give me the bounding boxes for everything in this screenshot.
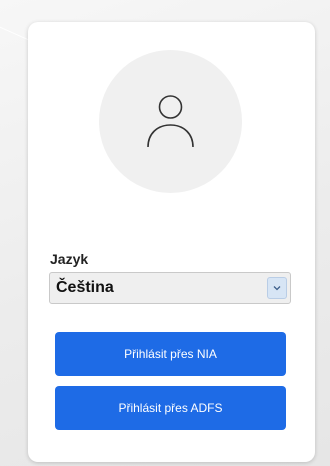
language-label: Jazyk (50, 251, 89, 267)
language-select-value: Čeština (56, 279, 114, 296)
language-select[interactable]: Čeština (49, 272, 291, 304)
select-arrow-button[interactable] (267, 277, 287, 299)
chevron-down-icon (273, 286, 281, 291)
login-nia-button[interactable]: Přihlásit přes NIA (55, 332, 286, 376)
avatar (99, 50, 242, 193)
user-icon (147, 95, 194, 148)
login-card: Jazyk Čeština Přihlásit přes NIA Přihlás… (28, 22, 315, 462)
login-adfs-button[interactable]: Přihlásit přes ADFS (55, 386, 286, 430)
